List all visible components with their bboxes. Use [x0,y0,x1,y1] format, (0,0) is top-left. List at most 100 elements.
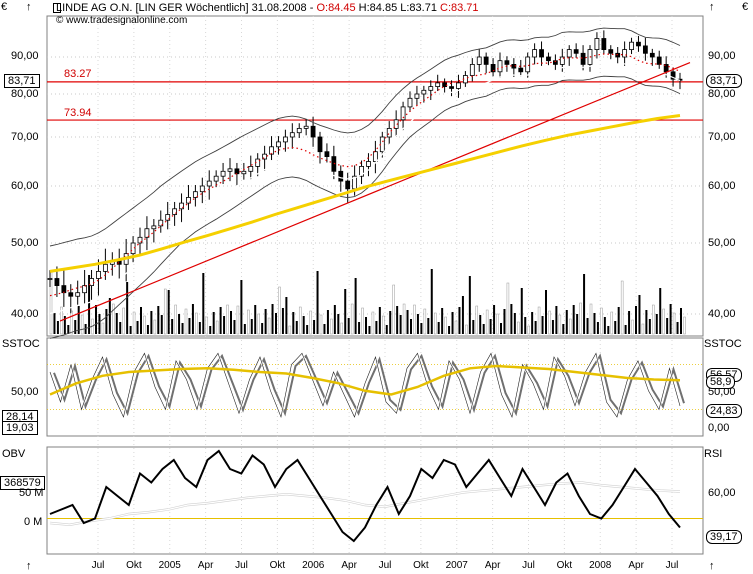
x-tick-label: Jul [522,560,535,571]
volume-bar [119,322,122,334]
volume-bar [500,323,502,334]
candle-body [199,185,205,193]
volume-bar [205,316,209,335]
volume-bar [70,310,74,335]
candle-body [96,270,101,279]
volume-bar [451,312,454,334]
volume-bar [129,326,132,334]
price-tag-right: 83,71 [706,74,742,88]
candle-body [47,278,53,280]
candle-body [573,49,579,54]
volume-bar [378,307,381,334]
volume-bar [410,319,412,334]
candle-body [241,170,247,175]
volume-bar [423,308,427,335]
scroll-up-arrow-right-icon[interactable]: ↑ [709,1,715,13]
price-tick-left-1: 80,00 [11,88,39,100]
volume-bar [406,310,409,334]
volume-bar [496,313,499,335]
volume-bar [285,297,288,334]
volume-bar [247,309,250,335]
volume-bar [666,318,669,334]
volume-bar [607,326,610,334]
volume-bar [399,315,402,334]
candle-body [532,49,538,58]
x-tick-label: Apr [198,560,214,571]
volume-bar [433,312,437,335]
sstoc-name-right: SSTOC [704,338,742,350]
candle-body [636,41,641,47]
hline-lower-label: 73.94 [64,107,92,119]
scroll-down-arrow-icon[interactable]: ↑ [26,560,32,572]
volume-bar [427,318,430,334]
stock-chart: Jul Okt 2005 Apr Jul Okt 2006 Apr Jul Okt 2007 Apr J… [46,15,704,571]
volume-bar [662,308,665,335]
volume-bar [316,271,319,334]
candle-body [227,168,233,172]
obv-name: OBV [2,448,26,460]
candle-body [68,292,74,297]
volume-bar [648,319,651,334]
volume-bar [479,315,482,334]
rsi-tick-0: 60,00 [708,487,736,499]
candle-body [372,151,378,162]
candle-body [469,64,475,76]
scroll-down-arrow-right-icon[interactable]: ↑ [709,560,715,572]
volume-bar [416,314,419,334]
volume-bar [153,319,157,335]
volume-bar [298,306,302,335]
currency-right: € [742,1,749,13]
volume-bar [645,310,648,334]
volume-bar [641,323,645,335]
volume-bar [295,321,298,334]
candle-body [566,49,572,58]
volume-bar [583,274,586,334]
candle-body [379,136,385,153]
volume-bar [430,269,433,334]
volume-bar [240,280,243,334]
price-tick-right-2: 70,00 [708,131,736,143]
candle-body [476,56,482,65]
volume-bar [354,278,357,334]
volume-bar [160,315,163,334]
volume-bar [278,286,281,335]
volume-bar [215,320,219,335]
volume-bar [275,313,277,334]
scroll-up-arrow-icon[interactable]: ↑ [26,1,32,13]
price-tick-right-4: 50,00 [708,237,736,249]
volume-bar [212,312,215,334]
candle-body [449,86,454,89]
candle-body [310,125,316,138]
candle-body [248,165,254,172]
volume-bar [468,276,471,334]
volume-bar [600,307,603,335]
volume-bar [126,282,129,334]
price-panel[interactable] [46,15,704,337]
volume-bar [624,325,627,334]
candle-body [82,285,88,294]
volume-bar [122,307,125,335]
volume-bar [392,284,395,335]
volume-bar [340,322,344,335]
volume-bar [53,312,56,334]
volume-bar [680,308,682,334]
candle-body [525,56,531,73]
price-tick-left-0: 90,00 [11,50,39,62]
volume-bar [257,313,260,335]
volume-bar [350,303,354,335]
volume-bar [620,280,624,335]
volume-bar [676,322,679,334]
x-tick-label: Apr [628,560,644,571]
obv-panel[interactable] [46,446,704,555]
volume-bar [226,304,229,335]
volume-bar [465,324,468,335]
volume-bar [115,313,118,334]
volume-bar [603,317,606,334]
volume-bar [209,326,212,334]
volume-bar [593,313,596,334]
volume-bar [396,306,399,334]
volume-bar [146,325,149,334]
candle-body [54,278,60,286]
sstoc-value-left-1: 19,03 [2,421,38,435]
x-tick-label: 2008 [589,560,612,571]
